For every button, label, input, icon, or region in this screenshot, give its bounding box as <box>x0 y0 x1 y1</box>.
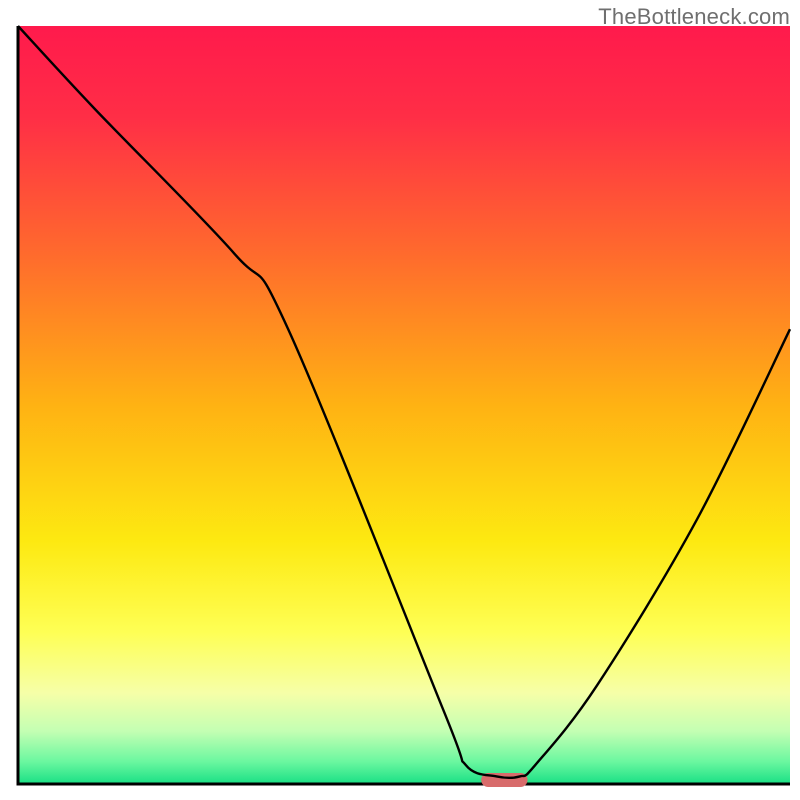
chart-svg <box>0 0 800 800</box>
chart-root: TheBottleneck.com <box>0 0 800 800</box>
plot-background <box>18 26 790 784</box>
watermark-text: TheBottleneck.com <box>598 4 790 30</box>
